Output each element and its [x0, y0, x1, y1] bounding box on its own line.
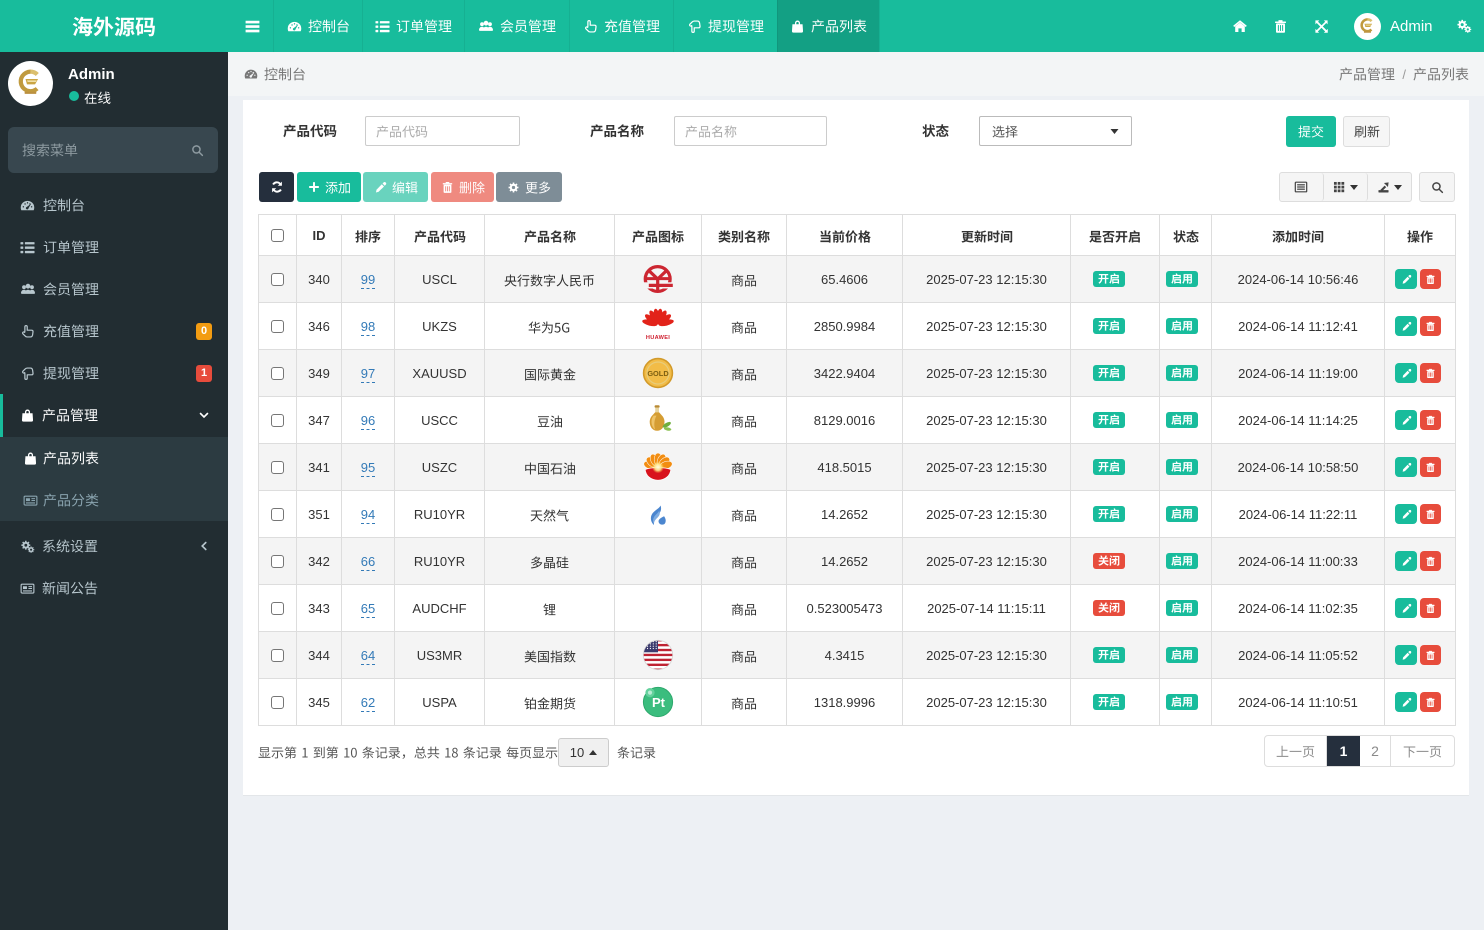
svg-text:GOLD: GOLD — [647, 369, 669, 378]
svg-text:HUAWEI: HUAWEI — [646, 335, 670, 341]
svg-text:Pt: Pt — [652, 695, 666, 710]
